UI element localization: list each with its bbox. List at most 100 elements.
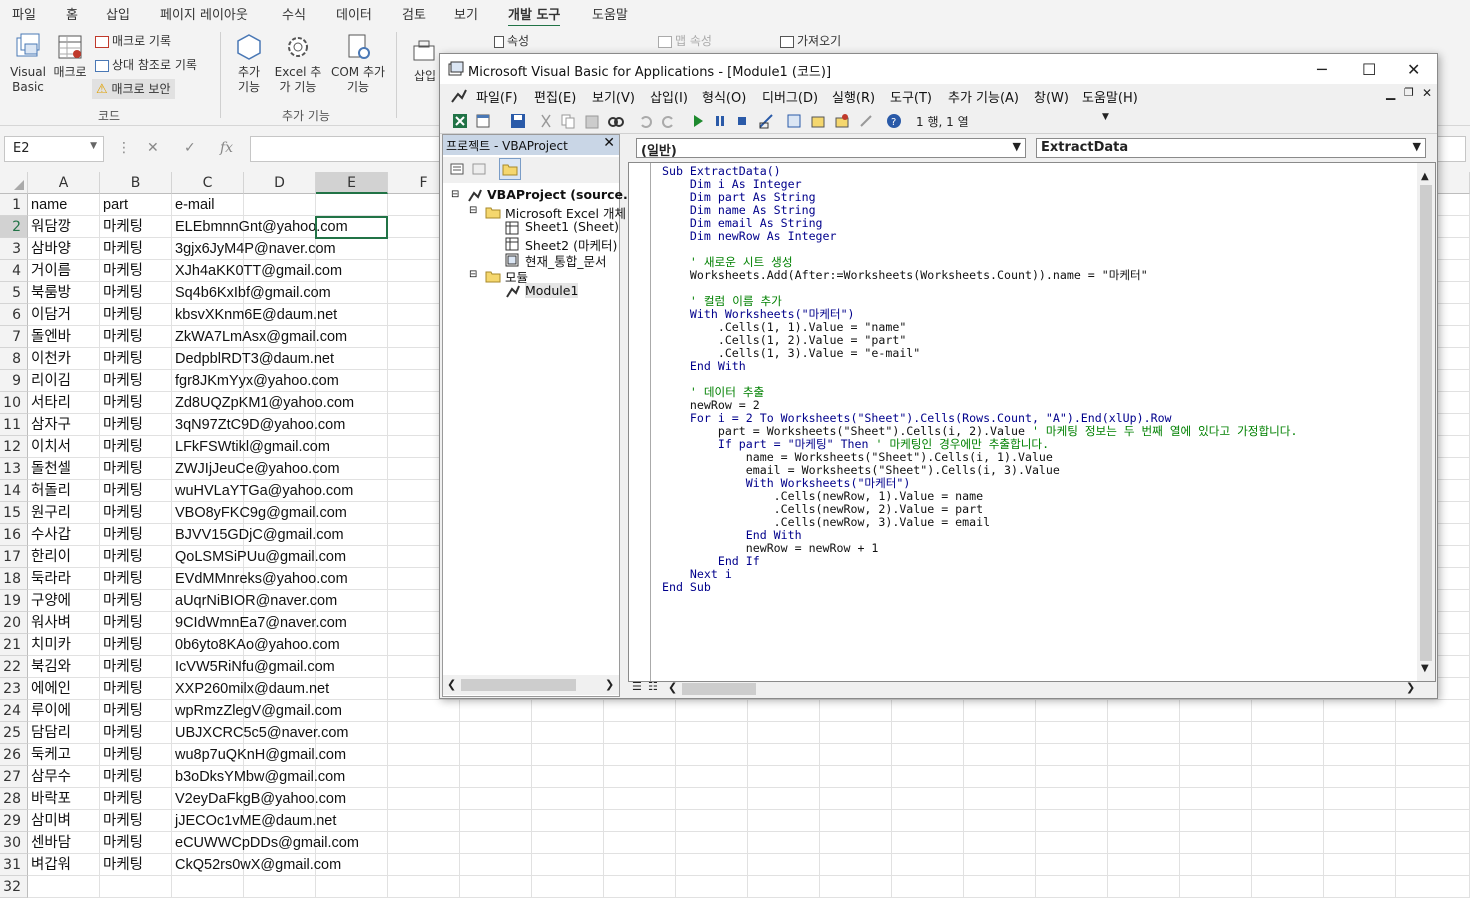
row-header[interactable]: 26 xyxy=(0,744,28,766)
table-cell[interactable]: 마케팅 xyxy=(101,590,143,612)
row-header[interactable]: 30 xyxy=(0,832,28,854)
stop-icon[interactable] xyxy=(734,113,750,129)
redo-icon[interactable] xyxy=(660,113,676,129)
table-cell[interactable]: XJh4aKK0TT@gmail.com xyxy=(173,260,342,282)
table-cell[interactable]: 이천카 xyxy=(29,348,71,370)
view-excel-icon[interactable] xyxy=(452,113,468,129)
table-cell[interactable]: 북김와 xyxy=(29,656,71,678)
row-header[interactable]: 4 xyxy=(0,260,28,282)
tree-item-thisworkbook[interactable]: 현재_통합_문서 xyxy=(525,251,607,270)
table-cell[interactable]: 거이름 xyxy=(29,260,71,282)
table-cell[interactable]: fgr8JKmYyx@yahoo.com xyxy=(173,370,339,392)
table-cell[interactable]: 마케팅 xyxy=(101,282,143,304)
table-cell[interactable]: 마케팅 xyxy=(101,216,143,238)
table-cell[interactable]: 서타리 xyxy=(29,392,71,414)
table-cell[interactable]: 마케팅 xyxy=(101,260,143,282)
undo-icon[interactable] xyxy=(638,113,654,129)
macro-button[interactable]: 매크로 xyxy=(50,32,90,80)
row-header[interactable]: 18 xyxy=(0,568,28,590)
row-header[interactable]: 22 xyxy=(0,656,28,678)
tree-expander-icon[interactable]: ⊟ xyxy=(469,205,477,216)
table-cell[interactable]: 마케팅 xyxy=(101,832,143,854)
enter-icon[interactable]: ✓ xyxy=(184,140,196,156)
com-addins-button[interactable]: COM 추가 기능 xyxy=(330,32,386,95)
table-cell[interactable]: 마케팅 xyxy=(101,656,143,678)
project-hscrollbar[interactable]: ❮ ❯ xyxy=(443,675,619,695)
table-cell[interactable]: 삼미벼 xyxy=(29,810,71,832)
row-header[interactable]: 28 xyxy=(0,788,28,810)
row-header[interactable]: 17 xyxy=(0,546,28,568)
menu-tab[interactable]: 파일 xyxy=(12,4,36,23)
save-icon[interactable] xyxy=(510,113,526,129)
vbe-menu-item[interactable]: 실행(R) xyxy=(832,87,875,106)
code-window[interactable]: (일반) ▼ ExtractData ▼ Sub ExtractData() Dim… xyxy=(628,134,1436,697)
code-line[interactable]: .Cells(1, 3).Value = "e-mail" xyxy=(662,347,1297,360)
table-cell[interactable]: 원구리 xyxy=(29,502,71,524)
table-cell[interactable]: 마케팅 xyxy=(101,546,143,568)
macro-security-button[interactable]: ⚠ 매크로 보안 xyxy=(92,79,175,99)
toggle-folders-button[interactable] xyxy=(499,158,521,180)
table-cell[interactable]: 에에인 xyxy=(29,678,71,700)
cancel-icon[interactable]: ✕ xyxy=(147,140,159,156)
maximize-icon[interactable]: ☐ xyxy=(1362,60,1376,79)
tree-item-vbaproject[interactable]: VBAProject (source. xyxy=(487,187,628,202)
row-header[interactable]: 12 xyxy=(0,436,28,458)
menu-tab[interactable]: 보기 xyxy=(454,4,478,23)
table-cell[interactable]: b3oDksYMbw@gmail.com xyxy=(173,766,345,788)
table-cell[interactable]: part xyxy=(101,194,128,216)
vbe-menu-item[interactable]: 편집(E) xyxy=(534,87,576,106)
row-header[interactable]: 15 xyxy=(0,502,28,524)
table-cell[interactable]: 3qN97ZtC9D@yahoo.com xyxy=(173,414,345,436)
row-header[interactable]: 5 xyxy=(0,282,28,304)
vbe-menu-item[interactable]: 디버그(D) xyxy=(762,87,818,106)
table-cell[interactable]: 마케팅 xyxy=(101,480,143,502)
procedure-dropdown[interactable]: ExtractData ▼ xyxy=(1036,138,1426,158)
table-cell[interactable]: EVdMMnreks@yahoo.com xyxy=(173,568,348,590)
vbe-menu-item[interactable]: 창(W) xyxy=(1034,87,1069,106)
table-cell[interactable]: Zd8UQZpKM1@yahoo.com xyxy=(173,392,354,414)
table-cell[interactable]: eCUWWCpDDs@gmail.com xyxy=(173,832,359,854)
table-cell[interactable]: 마케팅 xyxy=(101,854,143,876)
column-header[interactable]: A xyxy=(28,172,100,194)
vbe-menu-item[interactable]: 파일(F) xyxy=(476,87,518,106)
table-cell[interactable]: ZkWA7LmAsx@gmail.com xyxy=(173,326,347,348)
select-all-corner[interactable] xyxy=(0,172,28,194)
table-cell[interactable]: aUqrNiBIOR@naver.com xyxy=(173,590,337,612)
insert-function-icon[interactable]: fx xyxy=(220,140,233,156)
visual-basic-button[interactable]: Visual Basic xyxy=(8,32,48,95)
code-line[interactable]: Worksheets.Add(After:=Worksheets(Workshe… xyxy=(662,269,1297,282)
code-hscrollbar[interactable]: ☰ ☷ ❮ ❯ xyxy=(628,680,1434,696)
table-cell[interactable]: UBJXCRC5c5@naver.com xyxy=(173,722,348,744)
table-cell[interactable]: wu8p7uQKnH@gmail.com xyxy=(173,744,346,766)
table-cell[interactable]: wuHVLaYTGa@yahoo.com xyxy=(173,480,353,502)
row-header[interactable]: 6 xyxy=(0,304,28,326)
table-cell[interactable]: 마케팅 xyxy=(101,392,143,414)
scroll-thumb[interactable] xyxy=(1420,185,1432,661)
code-line[interactable]: End Sub xyxy=(662,581,1297,594)
table-cell[interactable]: 이치서 xyxy=(29,436,71,458)
table-cell[interactable]: 마케팅 xyxy=(101,326,143,348)
table-cell[interactable]: 워사벼 xyxy=(29,612,71,634)
vbe-menu-item[interactable]: 도구(T) xyxy=(890,87,932,106)
table-cell[interactable]: 마케팅 xyxy=(101,722,143,744)
tree-expander-icon[interactable]: ⊟ xyxy=(451,189,459,200)
row-header[interactable]: 10 xyxy=(0,392,28,414)
table-cell[interactable]: V2eyDaFkgB@yahoo.com xyxy=(173,788,346,810)
table-cell[interactable]: 돌엔바 xyxy=(29,326,71,348)
table-cell[interactable]: CkQ52rs0wX@gmail.com xyxy=(173,854,341,876)
row-header[interactable]: 2 xyxy=(0,216,28,238)
table-cell[interactable]: 워담깡 xyxy=(29,216,71,238)
row-header[interactable]: 11 xyxy=(0,414,28,436)
row-header[interactable]: 25 xyxy=(0,722,28,744)
table-cell[interactable]: jJECOc1vME@daum.net xyxy=(173,810,336,832)
scroll-up-icon[interactable]: ▲ xyxy=(1421,171,1429,182)
table-cell[interactable]: 마케팅 xyxy=(101,678,143,700)
vbe-menu-item[interactable]: 삽입(I) xyxy=(650,87,688,106)
code-line[interactable]: End With xyxy=(662,360,1297,373)
table-cell[interactable]: 삼바양 xyxy=(29,238,71,260)
table-cell[interactable]: Sq4b6KxIbf@gmail.com xyxy=(173,282,331,304)
object-dropdown[interactable]: (일반) ▼ xyxy=(636,138,1026,159)
tree-expander-icon[interactable]: ⊟ xyxy=(469,269,477,280)
table-cell[interactable]: 허돌리 xyxy=(29,480,71,502)
table-cell[interactable]: 마케팅 xyxy=(101,348,143,370)
